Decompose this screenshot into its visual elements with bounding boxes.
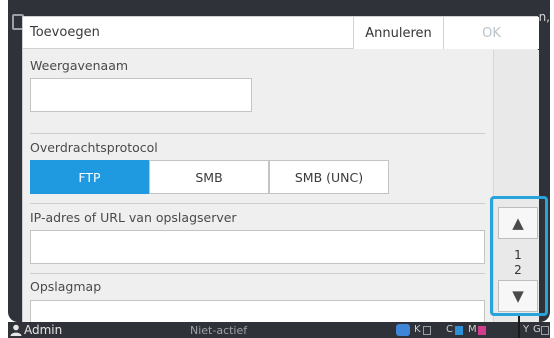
callout-pointer <box>518 316 520 338</box>
current-page: 1 <box>514 248 522 262</box>
protocol-option-smb-unc[interactable]: SMB (UNC) <box>269 160 389 194</box>
ok-button[interactable]: OK <box>443 17 539 49</box>
protocol-option-ftp[interactable]: FTP <box>30 160 149 194</box>
display-name-input[interactable] <box>30 78 252 112</box>
scroll-down-button[interactable]: ▼ <box>498 280 538 312</box>
server-input[interactable] <box>30 230 485 264</box>
divider <box>30 273 485 274</box>
folder-label: Opslagmap <box>30 279 102 294</box>
ink-label-m: M <box>468 324 477 335</box>
scroll-up-button[interactable]: ▲ <box>498 207 538 239</box>
ink-level-g <box>541 326 549 335</box>
add-dialog: Toevoegen Annuleren OK Weergavenaam Over… <box>22 16 539 331</box>
ink-drop-icon <box>396 324 410 336</box>
user-icon <box>10 324 22 336</box>
ink-label-k: K <box>414 324 421 335</box>
screen-edge-text: n, <box>538 10 550 24</box>
ink-level-m <box>478 326 486 335</box>
triangle-down-icon: ▼ <box>512 287 524 305</box>
cancel-button[interactable]: Annuleren <box>353 17 443 49</box>
triangle-up-icon: ▲ <box>512 214 524 232</box>
display-name-label: Weergavenaam <box>30 58 129 73</box>
ink-label-c: C <box>446 324 453 335</box>
device-frame: n, Toevoegen Annuleren OK Weergavenaam O… <box>0 0 554 338</box>
divider <box>30 203 485 204</box>
form-content: Weergavenaam Overdrachtsprotocol FTP SMB… <box>23 50 493 331</box>
ink-level-c <box>455 326 463 335</box>
ink-level-k <box>423 326 431 335</box>
protocol-option-smb[interactable]: SMB <box>149 160 269 194</box>
ink-label-g: G <box>533 324 541 335</box>
dialog-title: Toevoegen <box>30 25 100 40</box>
protocol-label: Overdrachtsprotocol <box>30 140 158 155</box>
divider <box>30 133 485 134</box>
total-pages: 2 <box>514 263 522 277</box>
user-name: Admin <box>24 323 63 337</box>
dialog-header: Toevoegen Annuleren OK <box>23 17 539 49</box>
server-label: IP-adres of URL van opslagserver <box>30 210 237 225</box>
machine-status: Niet-actief <box>190 324 248 337</box>
ink-label-y: Y <box>523 324 530 335</box>
